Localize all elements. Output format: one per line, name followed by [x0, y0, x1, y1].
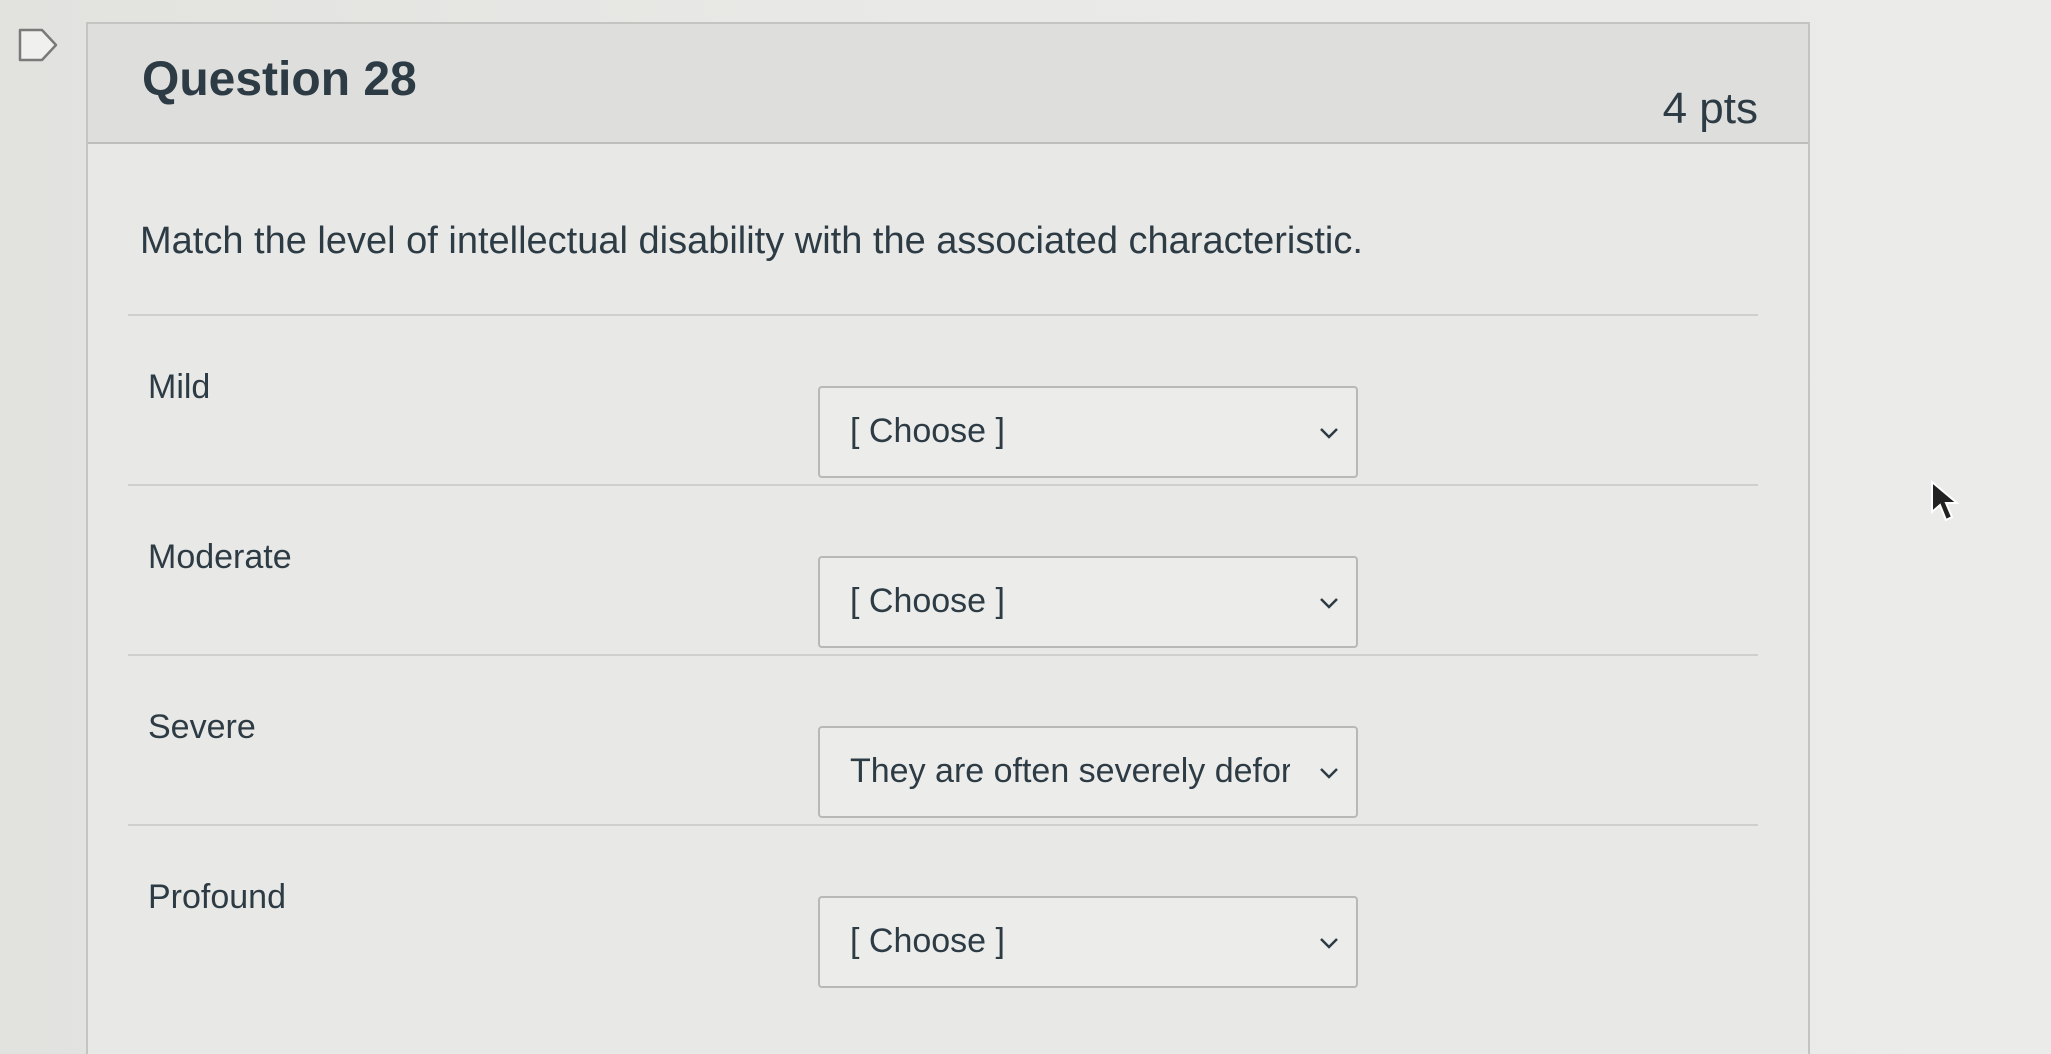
select-value: [ Choose ]: [850, 412, 1005, 450]
chevron-down-icon: [1320, 768, 1338, 779]
match-row-label: Severe: [148, 708, 256, 746]
chevron-down-icon: [1320, 598, 1338, 609]
question-header: Question 28 4 pts: [88, 24, 1808, 144]
match-row-moderate: Moderate [ Choose ]: [128, 484, 1758, 654]
chevron-down-icon: [1320, 428, 1338, 439]
match-row-label: Mild: [148, 368, 211, 406]
select-value: They are often severely defor: [850, 752, 1290, 790]
match-select-moderate[interactable]: [ Choose ]: [818, 556, 1358, 648]
select-value: [ Choose ]: [850, 582, 1005, 620]
flag-icon[interactable]: [18, 28, 58, 62]
question-title: Question 28: [142, 53, 417, 106]
mouse-pointer-icon: [1931, 480, 1960, 522]
match-row-mild: Mild [ Choose ]: [128, 314, 1758, 484]
match-select-mild[interactable]: [ Choose ]: [818, 386, 1358, 478]
question-points: 4 pts: [1662, 84, 1758, 133]
match-row-profound: Profound [ Choose ]: [128, 824, 1758, 994]
match-select-profound[interactable]: [ Choose ]: [818, 896, 1358, 988]
match-row-severe: Severe They are often severely defor: [128, 654, 1758, 824]
quiz-page: Question 28 4 pts Match the level of int…: [0, 0, 2051, 1054]
question-card: Question 28 4 pts Match the level of int…: [86, 22, 1810, 1054]
question-prompt: Match the level of intellectual disabili…: [140, 220, 1363, 262]
select-value: [ Choose ]: [850, 922, 1005, 960]
match-row-label: Profound: [148, 878, 286, 916]
chevron-down-icon: [1320, 938, 1338, 949]
match-select-severe[interactable]: They are often severely defor: [818, 726, 1358, 818]
match-row-label: Moderate: [148, 538, 292, 576]
